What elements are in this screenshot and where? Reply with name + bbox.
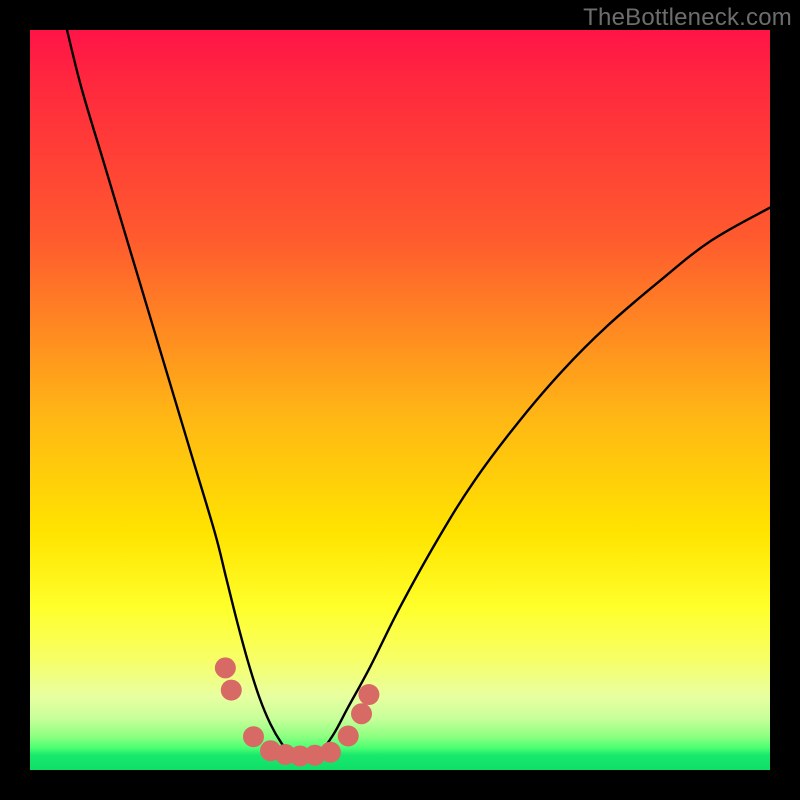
curve-right-branch: [304, 208, 770, 762]
highlight-dot: [358, 684, 379, 705]
highlight-dot: [243, 726, 264, 747]
curve-left-branch: [67, 30, 304, 761]
watermark-text: TheBottleneck.com: [583, 4, 792, 32]
curve-group: [67, 30, 770, 761]
plot-area: [30, 30, 770, 770]
highlight-dot: [351, 703, 372, 724]
curve-layer: [30, 30, 770, 770]
marker-group: [215, 657, 380, 766]
highlight-dot: [320, 742, 341, 763]
chart-stage: TheBottleneck.com: [0, 0, 800, 800]
highlight-dot: [215, 657, 236, 678]
highlight-dot: [338, 725, 359, 746]
highlight-dot: [221, 680, 242, 701]
